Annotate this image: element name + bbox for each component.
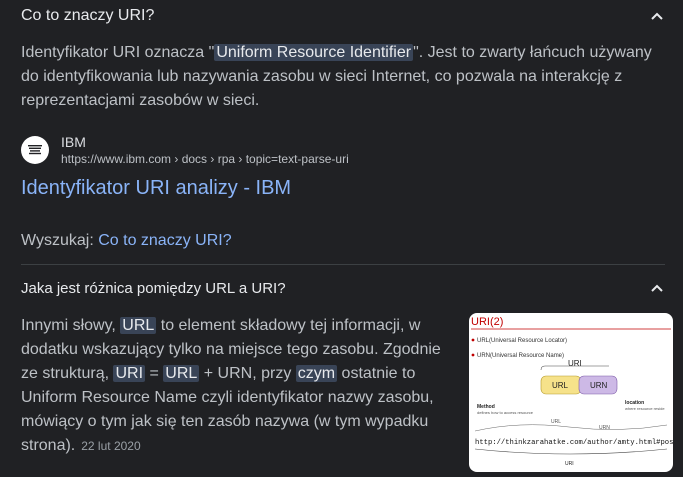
highlight-term: Uniform Resource Identifier	[214, 44, 414, 61]
uri-diagram-image[interactable]: URI(2) URL(Universal Resource Locator) U…	[469, 313, 673, 472]
diagram-title: URI(2)	[471, 316, 503, 328]
search-query-link[interactable]: Co to znaczy URI?	[98, 232, 231, 249]
chevron-up-icon[interactable]	[649, 8, 665, 24]
answer-text: Innymi słowy,	[21, 317, 121, 334]
answer-date: 22 lut 2020	[81, 439, 141, 453]
result-title-link[interactable]: Identyfikator URI analizy - IBM	[21, 175, 291, 201]
answer-text: + URN, przy	[199, 365, 296, 382]
faq-answer-2: Innymi słowy, URL to element składowy te…	[21, 314, 441, 458]
faq-question-1-label: Co to znaczy URI?	[21, 7, 155, 24]
faq-question-1[interactable]: Co to znaczy URI?	[21, 4, 665, 28]
answer-text: Identyfikator URI oznacza "	[21, 44, 215, 61]
chevron-up-icon[interactable]	[649, 280, 665, 296]
diagram-urn-small: URN	[599, 425, 610, 431]
source-name: IBM	[61, 134, 86, 150]
diagram-method-sub: defines how to access resource	[477, 410, 534, 415]
highlight-term: URL	[120, 317, 157, 334]
diagram-link-text: http://thinkzarahatke.com/author/amty.ht…	[475, 439, 673, 447]
diagram-location-sub: where resource reside	[625, 406, 665, 411]
diagram-urn-box: URN	[590, 381, 608, 390]
diagram-line2: URN(Universal Resource Name)	[477, 353, 564, 359]
highlight-term: URL	[163, 365, 200, 382]
divider	[21, 264, 665, 265]
search-suggestion: Wyszukaj: Co to znaczy URI?	[21, 230, 232, 252]
source-url: https://www.ibm.com › docs › rpa › topic…	[61, 152, 349, 166]
diagram-url-small: URL	[551, 419, 561, 425]
diagram-url-box: URL	[552, 381, 569, 390]
diagram-uri-bottom: URI	[565, 461, 574, 467]
faq-answer-1: Identyfikator URI oznacza " Uniform Resou…	[21, 41, 661, 113]
source-info[interactable]: IBM https://www.ibm.com › docs › rpa › t…	[21, 133, 349, 167]
faq-question-2[interactable]: Jaka jest różnica pomiędzy URL a URI?	[21, 276, 665, 300]
ibm-logo-icon	[21, 136, 49, 164]
diagram-uri: URI	[568, 359, 582, 368]
diagram-line1: URL(Universal Resource Locator)	[477, 338, 567, 344]
highlight-term: czym	[295, 365, 338, 382]
faq-question-2-label: Jaka jest różnica pomiędzy URL a URI?	[21, 279, 286, 297]
highlight-term: URI	[113, 365, 146, 382]
answer-text: =	[145, 365, 164, 382]
search-label: Wyszukaj:	[21, 232, 94, 249]
